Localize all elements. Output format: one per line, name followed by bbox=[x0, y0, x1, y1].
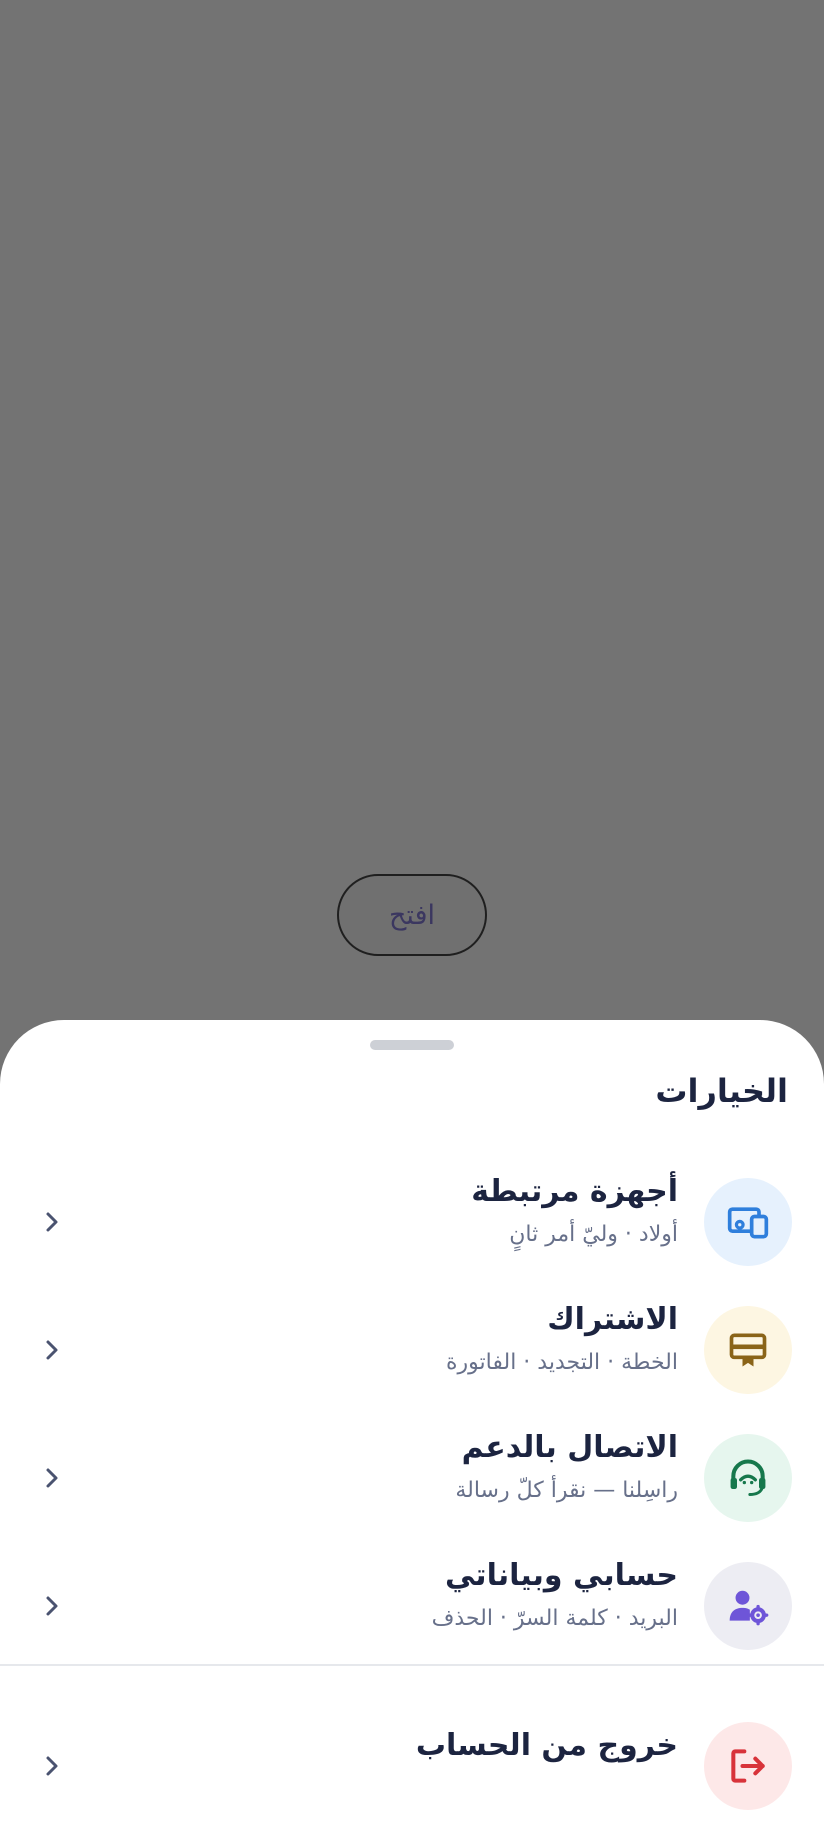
chevron-left-icon bbox=[46, 1468, 58, 1488]
divider bbox=[0, 1664, 824, 1666]
devices-icon-circle bbox=[704, 1178, 792, 1266]
option-title: الاشتراك bbox=[547, 1302, 678, 1337]
option-text: الاشتراك الخطة · التجديد · الفاتورة bbox=[446, 1300, 678, 1378]
sheet-title: الخيارات bbox=[655, 1072, 788, 1110]
drag-handle[interactable] bbox=[370, 1040, 454, 1050]
option-text: الاتصال بالدعم راسِلنا — نقرأ كلّ رسالة bbox=[455, 1428, 678, 1506]
option-title: خروج من الحساب bbox=[415, 1728, 678, 1763]
option-text: أجهزة مرتبطة أولاد · وليّ أمر ثانٍ bbox=[471, 1172, 678, 1250]
option-subtitle: الخطة · التجديد · الفاتورة bbox=[446, 1350, 678, 1375]
option-subtitle: راسِلنا — نقرأ كلّ رسالة bbox=[455, 1478, 678, 1503]
chevron-left-icon bbox=[46, 1340, 58, 1360]
logout-icon-circle bbox=[704, 1722, 792, 1810]
logout-icon bbox=[731, 1749, 765, 1783]
support-agent-icon bbox=[730, 1459, 766, 1496]
option-title: أجهزة مرتبطة bbox=[471, 1174, 678, 1209]
support-icon-circle bbox=[704, 1434, 792, 1522]
option-text: خروج من الحساب bbox=[416, 1726, 678, 1766]
option-linked-devices[interactable]: أجهزة مرتبطة أولاد · وليّ أمر ثانٍ bbox=[0, 1158, 824, 1286]
open-button-label: افتح bbox=[389, 899, 435, 931]
subscription-card-icon bbox=[729, 1333, 767, 1367]
options-bottom-sheet: الخيارات أجهزة مرتبطة أولاد · وليّ أمر ث… bbox=[0, 1020, 824, 1830]
chevron-left-icon bbox=[46, 1212, 58, 1232]
subscription-icon-circle bbox=[704, 1306, 792, 1394]
manage-account-icon bbox=[729, 1590, 769, 1626]
open-button[interactable]: افتح bbox=[337, 874, 487, 956]
option-text: حسابي وبياناتي البريد · كلمة السرّ · الح… bbox=[432, 1556, 678, 1634]
option-contact-support[interactable]: الاتصال بالدعم راسِلنا — نقرأ كلّ رسالة bbox=[0, 1414, 824, 1542]
option-subtitle: أولاد · وليّ أمر ثانٍ bbox=[509, 1222, 678, 1247]
screen: افتح الخيارات أجهزة مرتبطة أولاد · وليّ … bbox=[0, 0, 824, 1830]
chevron-left-icon bbox=[46, 1596, 58, 1616]
option-subscription[interactable]: الاشتراك الخطة · التجديد · الفاتورة bbox=[0, 1286, 824, 1414]
option-my-account[interactable]: حسابي وبياناتي البريد · كلمة السرّ · الح… bbox=[0, 1542, 824, 1670]
option-title: حسابي وبياناتي bbox=[444, 1558, 678, 1593]
option-logout[interactable]: خروج من الحساب bbox=[0, 1702, 824, 1830]
chevron-left-icon bbox=[46, 1756, 58, 1776]
option-subtitle: البريد · كلمة السرّ · الحذف bbox=[431, 1606, 678, 1631]
devices-icon bbox=[727, 1207, 769, 1239]
option-title: الاتصال بالدعم bbox=[461, 1430, 678, 1465]
account-icon-circle bbox=[704, 1562, 792, 1650]
